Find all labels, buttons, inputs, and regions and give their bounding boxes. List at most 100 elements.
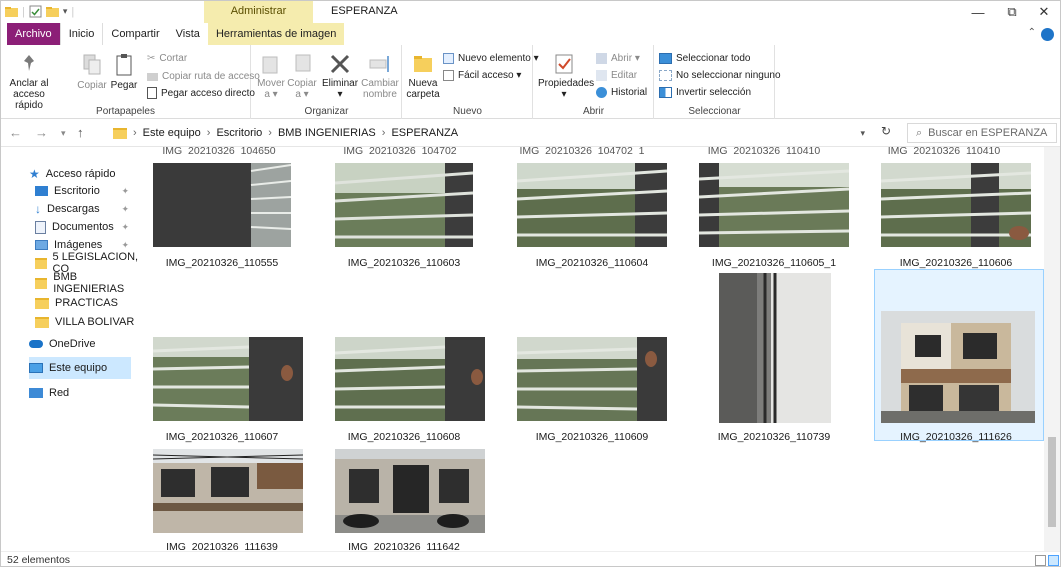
- new-item-button[interactable]: Nuevo elemento ▾: [443, 53, 539, 64]
- file-name[interactable]: IMG_20210326_111642: [329, 541, 479, 551]
- image-thumbnail[interactable]: [153, 449, 303, 533]
- select-none-button[interactable]: No seleccionar ninguno: [659, 70, 781, 81]
- window-blinds-image: [153, 163, 291, 247]
- easy-access-button[interactable]: Fácil acceso ▾: [443, 70, 521, 81]
- image-thumbnail[interactable]: [517, 163, 667, 247]
- edit-button[interactable]: Editar: [596, 70, 637, 81]
- customize-toolbar-icon[interactable]: ▾: [63, 6, 68, 17]
- tab-vista[interactable]: Vista: [168, 23, 208, 45]
- file-name[interactable]: IMG_20210326_110603: [329, 257, 479, 269]
- history-icon: [596, 87, 607, 98]
- vertical-scrollbar[interactable]: [1044, 147, 1060, 551]
- address-dropdown-icon[interactable]: ▾: [860, 128, 865, 139]
- image-thumbnail[interactable]: [719, 273, 831, 423]
- move-to-button[interactable]: Mover a ▾: [256, 53, 286, 100]
- tab-herramientas-imagen[interactable]: Herramientas de imagen: [207, 23, 345, 45]
- tab-archivo[interactable]: Archivo: [7, 23, 60, 45]
- nav-item-villa-bolivar[interactable]: VILLA BOLIVAR: [35, 311, 139, 333]
- image-thumbnail[interactable]: [335, 163, 473, 247]
- copy-button[interactable]: Copiar: [75, 53, 109, 91]
- rename-icon: [369, 56, 389, 72]
- minimize-button[interactable]: —: [961, 1, 995, 23]
- copy-to-button[interactable]: Copiar a ▾: [286, 53, 318, 100]
- invert-selection-button[interactable]: Invertir selección: [659, 87, 751, 98]
- back-arrow-icon[interactable]: ←: [9, 125, 22, 140]
- up-arrow-icon[interactable]: ↑: [77, 125, 84, 140]
- group-seleccionar: Seleccionar todo No seleccionar ninguno …: [655, 45, 781, 119]
- close-button[interactable]: ✕: [1027, 1, 1061, 23]
- refresh-icon[interactable]: ↻: [875, 124, 897, 142]
- nav-red[interactable]: Red: [29, 382, 139, 404]
- new-folder-button[interactable]: Nueva carpeta: [405, 53, 441, 100]
- context-tab-header: Administrar: [230, 5, 287, 17]
- image-thumbnail[interactable]: [517, 337, 667, 421]
- copyto-label-2: a ▾: [295, 89, 309, 100]
- nav-label: Imágenes: [54, 239, 103, 251]
- forward-arrow-icon[interactable]: →: [35, 125, 48, 140]
- image-thumbnail[interactable]: [335, 337, 485, 421]
- window-blinds-hand-image: [335, 337, 485, 421]
- paste-button[interactable]: Pegar: [109, 53, 139, 91]
- file-caption-partial: IMG_20210326_104702_1: [519, 147, 645, 155]
- image-thumbnail[interactable]: [153, 163, 291, 247]
- breadcrumb-bmb[interactable]: BMB INGENIERIAS: [278, 127, 376, 139]
- file-name-selected[interactable]: IMG_20210326_111626: [881, 431, 1031, 443]
- breadcrumb-esperanza[interactable]: ESPERANZA: [391, 127, 458, 139]
- image-thumbnail[interactable]: [153, 337, 303, 421]
- details-view-icon[interactable]: [1035, 555, 1046, 566]
- file-name[interactable]: IMG_20210326_110607: [147, 431, 297, 443]
- large-icons-view-icon[interactable]: [1048, 555, 1059, 566]
- pin-quick-access-button[interactable]: Anclar al acceso rápido: [5, 53, 53, 111]
- image-thumbnail[interactable]: [335, 449, 485, 533]
- properties-icon[interactable]: [29, 5, 42, 18]
- breadcrumb-escritorio[interactable]: Escritorio: [216, 127, 262, 139]
- breadcrumb-separator: ›: [133, 127, 137, 139]
- group-portapapeles: Anclar al acceso rápido Copiar Pegar ✂ C…: [1, 45, 260, 119]
- collapse-ribbon-icon[interactable]: ⌃: [1028, 27, 1036, 38]
- tab-inicio[interactable]: Inicio: [59, 23, 104, 45]
- scissors-icon: ✂: [147, 53, 156, 64]
- pin-icon: ✦: [121, 203, 129, 214]
- new-folder-icon[interactable]: [45, 5, 59, 18]
- title-bar: | ▾ | Administrar ESPERANZA — ⧉ ✕: [1, 1, 1060, 23]
- group-nuevo: Nueva carpeta Nuevo elemento ▾ Fácil acc…: [403, 45, 539, 119]
- file-name[interactable]: IMG_20210326_110739: [699, 431, 849, 443]
- file-name[interactable]: IMG_20210326_110609: [517, 431, 667, 443]
- nav-item-bmb[interactable]: BMB INGENIERIAS: [35, 271, 139, 295]
- file-name[interactable]: IMG_20210326_110608: [329, 431, 479, 443]
- nav-este-equipo[interactable]: Este equipo: [29, 357, 131, 379]
- properties-button[interactable]: Propiedades ▾: [538, 53, 594, 100]
- group-label: Portapapeles: [96, 106, 155, 117]
- search-input[interactable]: ⌕ Buscar en ESPERANZA: [907, 123, 1057, 143]
- cut-button[interactable]: ✂ Cortar: [147, 53, 187, 64]
- select-all-button[interactable]: Seleccionar todo: [659, 53, 751, 64]
- document-icon: [35, 220, 46, 234]
- nav-onedrive[interactable]: OneDrive: [29, 333, 139, 355]
- scrollbar-thumb[interactable]: [1048, 437, 1056, 527]
- file-name[interactable]: IMG_20210326_110606: [881, 257, 1031, 269]
- delete-button[interactable]: Eliminar ▾: [320, 53, 360, 100]
- copy-path-button[interactable]: Copiar ruta de acceso: [147, 71, 260, 82]
- open-button[interactable]: Abrir ▾: [596, 53, 640, 64]
- breadcrumb-separator: ›: [381, 127, 386, 139]
- image-thumbnail-selected[interactable]: [881, 311, 1035, 423]
- breadcrumb[interactable]: › Este equipo › Escritorio › BMB INGENIE…: [109, 123, 873, 143]
- image-thumbnail[interactable]: [699, 163, 849, 247]
- file-name[interactable]: IMG_20210326_110555: [147, 257, 297, 269]
- maximize-button[interactable]: ⧉: [995, 1, 1029, 23]
- file-name[interactable]: IMG_20210326_110605_1: [699, 257, 849, 269]
- image-thumbnail[interactable]: [881, 163, 1031, 247]
- recent-locations-icon[interactable]: ▾: [61, 128, 66, 139]
- file-name[interactable]: IMG_20210326_111639: [147, 541, 297, 551]
- ribbon-tabs: Archivo Inicio Compartir Vista Herramien…: [1, 23, 1060, 45]
- file-name[interactable]: IMG_20210326_110604: [517, 257, 667, 269]
- help-icon[interactable]: [1041, 28, 1054, 41]
- edit-label: Editar: [611, 70, 638, 81]
- history-button[interactable]: Historial: [596, 87, 647, 98]
- rename-button[interactable]: Cambiar nombre: [360, 53, 400, 100]
- paste-shortcut-button[interactable]: Pegar acceso directo: [147, 87, 255, 99]
- navigation-pane: ★ Acceso rápido Escritorio ✦ ↓ Descargas…: [1, 147, 139, 551]
- tab-compartir[interactable]: Compartir: [103, 23, 167, 45]
- copy-to-icon: [295, 54, 311, 72]
- breadcrumb-este-equipo[interactable]: Este equipo: [143, 127, 201, 139]
